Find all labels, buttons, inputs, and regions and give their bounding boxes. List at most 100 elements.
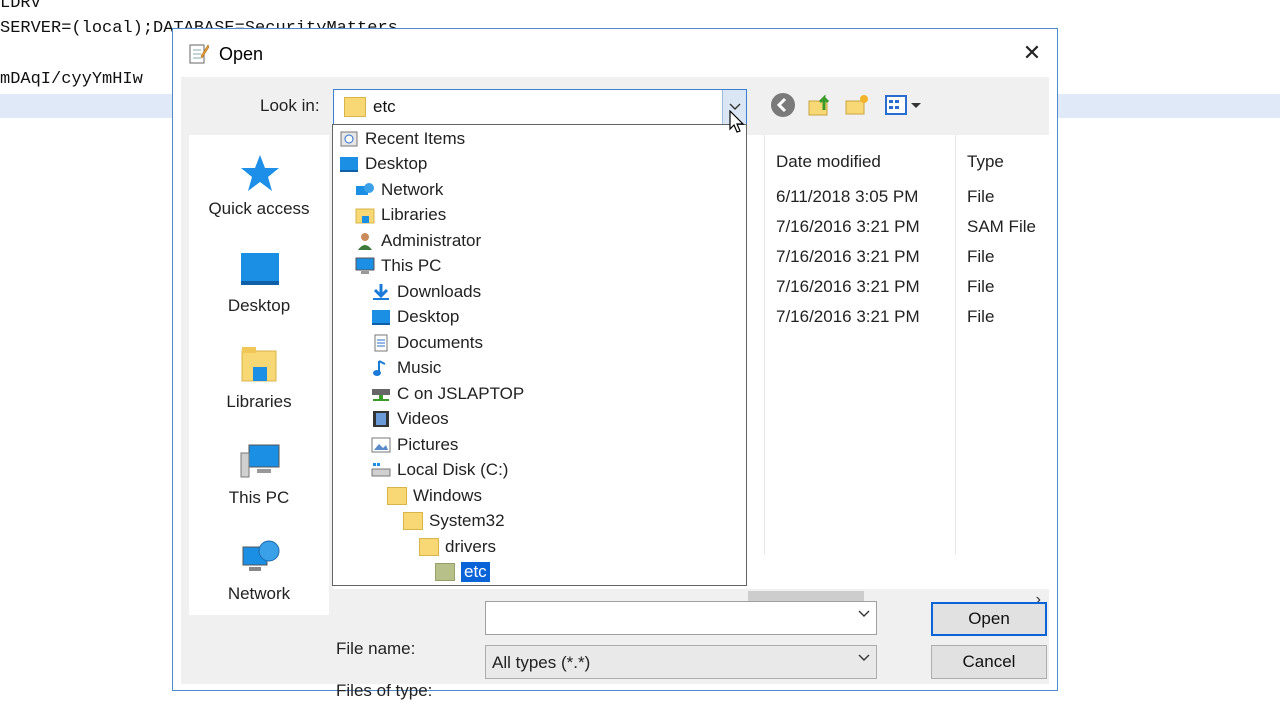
desktop-icon xyxy=(372,310,390,325)
folder-icon xyxy=(435,563,455,581)
close-button[interactable]: ✕ xyxy=(1007,29,1057,77)
dropdown-item-label: Libraries xyxy=(381,205,447,224)
file-name-label: File name: xyxy=(336,639,416,658)
file-type: File xyxy=(967,247,995,266)
dropdown-item-desktop[interactable]: Desktop xyxy=(339,152,427,176)
file-date: 7/16/2016 3:21 PM xyxy=(776,247,920,266)
file-type: File xyxy=(967,307,995,326)
dropdown-item-label: Pictures xyxy=(397,435,459,454)
open-button[interactable]: Open xyxy=(931,602,1047,636)
recent-items-icon xyxy=(340,131,358,147)
place-label: Libraries xyxy=(226,392,292,411)
file-date: 7/16/2016 3:21 PM xyxy=(776,217,920,236)
dropdown-item-downloads[interactable]: Downloads xyxy=(371,280,481,304)
dialog-title: Open xyxy=(219,44,264,64)
notepad-icon xyxy=(189,44,209,64)
dropdown-item-administrator[interactable]: Administrator xyxy=(355,229,481,253)
this-pc-icon xyxy=(355,257,375,274)
back-arrow-icon xyxy=(771,93,795,117)
network-icon xyxy=(356,183,374,195)
folder-icon xyxy=(403,512,423,530)
desktop-icon xyxy=(340,157,358,172)
local-disk-icon xyxy=(371,463,391,477)
cancel-button[interactable]: Cancel xyxy=(931,645,1047,679)
place-label: This PC xyxy=(228,488,290,507)
dropdown-item-videos[interactable]: Videos xyxy=(371,407,449,431)
network-icon xyxy=(242,540,280,571)
dropdown-item-network[interactable]: Network xyxy=(355,178,443,202)
folder-icon xyxy=(344,97,366,117)
look-in-combobox[interactable]: etc xyxy=(333,89,747,125)
desktop-icon xyxy=(241,253,279,285)
place-label: Quick access xyxy=(208,199,310,218)
dropdown-item-label: Desktop xyxy=(365,154,428,173)
look-in-dropdown-list: Recent Items Desktop Network Libraries A… xyxy=(332,124,747,586)
files-of-type-value: All types (*.*) xyxy=(492,653,591,672)
network-drive-icon xyxy=(372,389,390,401)
dropdown-item-etc[interactable]: etc xyxy=(435,560,490,584)
dropdown-item-label: Music xyxy=(397,358,442,377)
view-menu-icon xyxy=(885,95,921,115)
file-date: 7/16/2016 3:21 PM xyxy=(776,307,920,326)
user-icon xyxy=(358,233,372,250)
dropdown-item-label: drivers xyxy=(445,537,497,556)
dropdown-item-label: Windows xyxy=(413,486,482,505)
pictures-icon xyxy=(371,437,391,453)
dropdown-item-system32[interactable]: System32 xyxy=(403,509,505,533)
folder-icon xyxy=(387,487,407,505)
dropdown-item-music[interactable]: Music xyxy=(371,356,441,380)
dropdown-item-drivers[interactable]: drivers xyxy=(419,535,496,559)
editor-line: mDAqI/cyyYmHIw xyxy=(0,70,143,89)
dropdown-item-c-on-jslaptop[interactable]: C on JSLAPTOP xyxy=(371,382,524,406)
music-icon xyxy=(373,360,386,376)
files-of-type-label: Files of type: xyxy=(336,681,433,700)
look-in-label: Look in: xyxy=(260,96,320,115)
dialog-titlebar[interactable]: Open ✕ xyxy=(173,29,1057,77)
new-folder-icon xyxy=(845,95,868,115)
place-libraries[interactable]: Libraries xyxy=(189,339,329,425)
quick-access-icon xyxy=(241,155,279,191)
place-label: Network xyxy=(227,584,291,603)
dropdown-item-label: System32 xyxy=(429,511,505,530)
dropdown-item-desktop-2[interactable]: Desktop xyxy=(371,305,459,329)
dropdown-item-label: etc xyxy=(461,562,490,582)
dropdown-item-pictures[interactable]: Pictures xyxy=(371,433,458,457)
videos-icon xyxy=(373,411,389,427)
column-header-date[interactable]: Date modified xyxy=(776,152,881,172)
dropdown-item-label: Network xyxy=(381,180,444,199)
dropdown-item-label: Downloads xyxy=(397,282,482,301)
place-this-pc[interactable]: This PC xyxy=(189,435,329,521)
dropdown-item-label: This PC xyxy=(381,256,442,275)
dropdown-item-recent-items[interactable]: Recent Items xyxy=(339,127,465,151)
dropdown-item-label: Desktop xyxy=(397,307,460,326)
dropdown-item-local-disk[interactable]: Local Disk (C:) xyxy=(371,458,508,482)
place-quick-access[interactable]: Quick access xyxy=(189,147,329,233)
chevron-down-icon[interactable] xyxy=(858,610,870,618)
file-type: File xyxy=(967,187,995,206)
new-folder-button[interactable] xyxy=(843,91,871,119)
dropdown-item-this-pc[interactable]: This PC xyxy=(355,254,441,278)
look-in-value: etc xyxy=(373,97,396,116)
up-folder-button[interactable] xyxy=(806,91,834,119)
folder-icon xyxy=(419,538,439,556)
place-network[interactable]: Network xyxy=(189,531,329,617)
view-menu-button[interactable] xyxy=(883,91,923,119)
editor-line: LDRV xyxy=(0,0,41,13)
dropdown-item-label: Local Disk (C:) xyxy=(397,460,509,479)
dropdown-item-windows[interactable]: Windows xyxy=(387,484,482,508)
file-type: SAM File xyxy=(967,217,1036,236)
dropdown-item-label: C on JSLAPTOP xyxy=(397,384,525,403)
place-label: Desktop xyxy=(227,296,291,315)
dropdown-item-label: Videos xyxy=(397,409,449,428)
files-of-type-select[interactable]: All types (*.*) xyxy=(485,645,877,679)
back-button[interactable] xyxy=(769,91,797,119)
dropdown-item-documents[interactable]: Documents xyxy=(371,331,483,355)
column-header-type[interactable]: Type xyxy=(967,152,1004,172)
dropdown-item-libraries[interactable]: Libraries xyxy=(355,203,446,227)
file-name-input[interactable] xyxy=(485,601,877,635)
libraries-icon xyxy=(241,347,277,382)
file-date: 6/11/2018 3:05 PM xyxy=(776,187,919,206)
place-desktop[interactable]: Desktop xyxy=(189,243,329,329)
libraries-icon xyxy=(355,208,375,224)
up-folder-icon xyxy=(808,94,830,116)
